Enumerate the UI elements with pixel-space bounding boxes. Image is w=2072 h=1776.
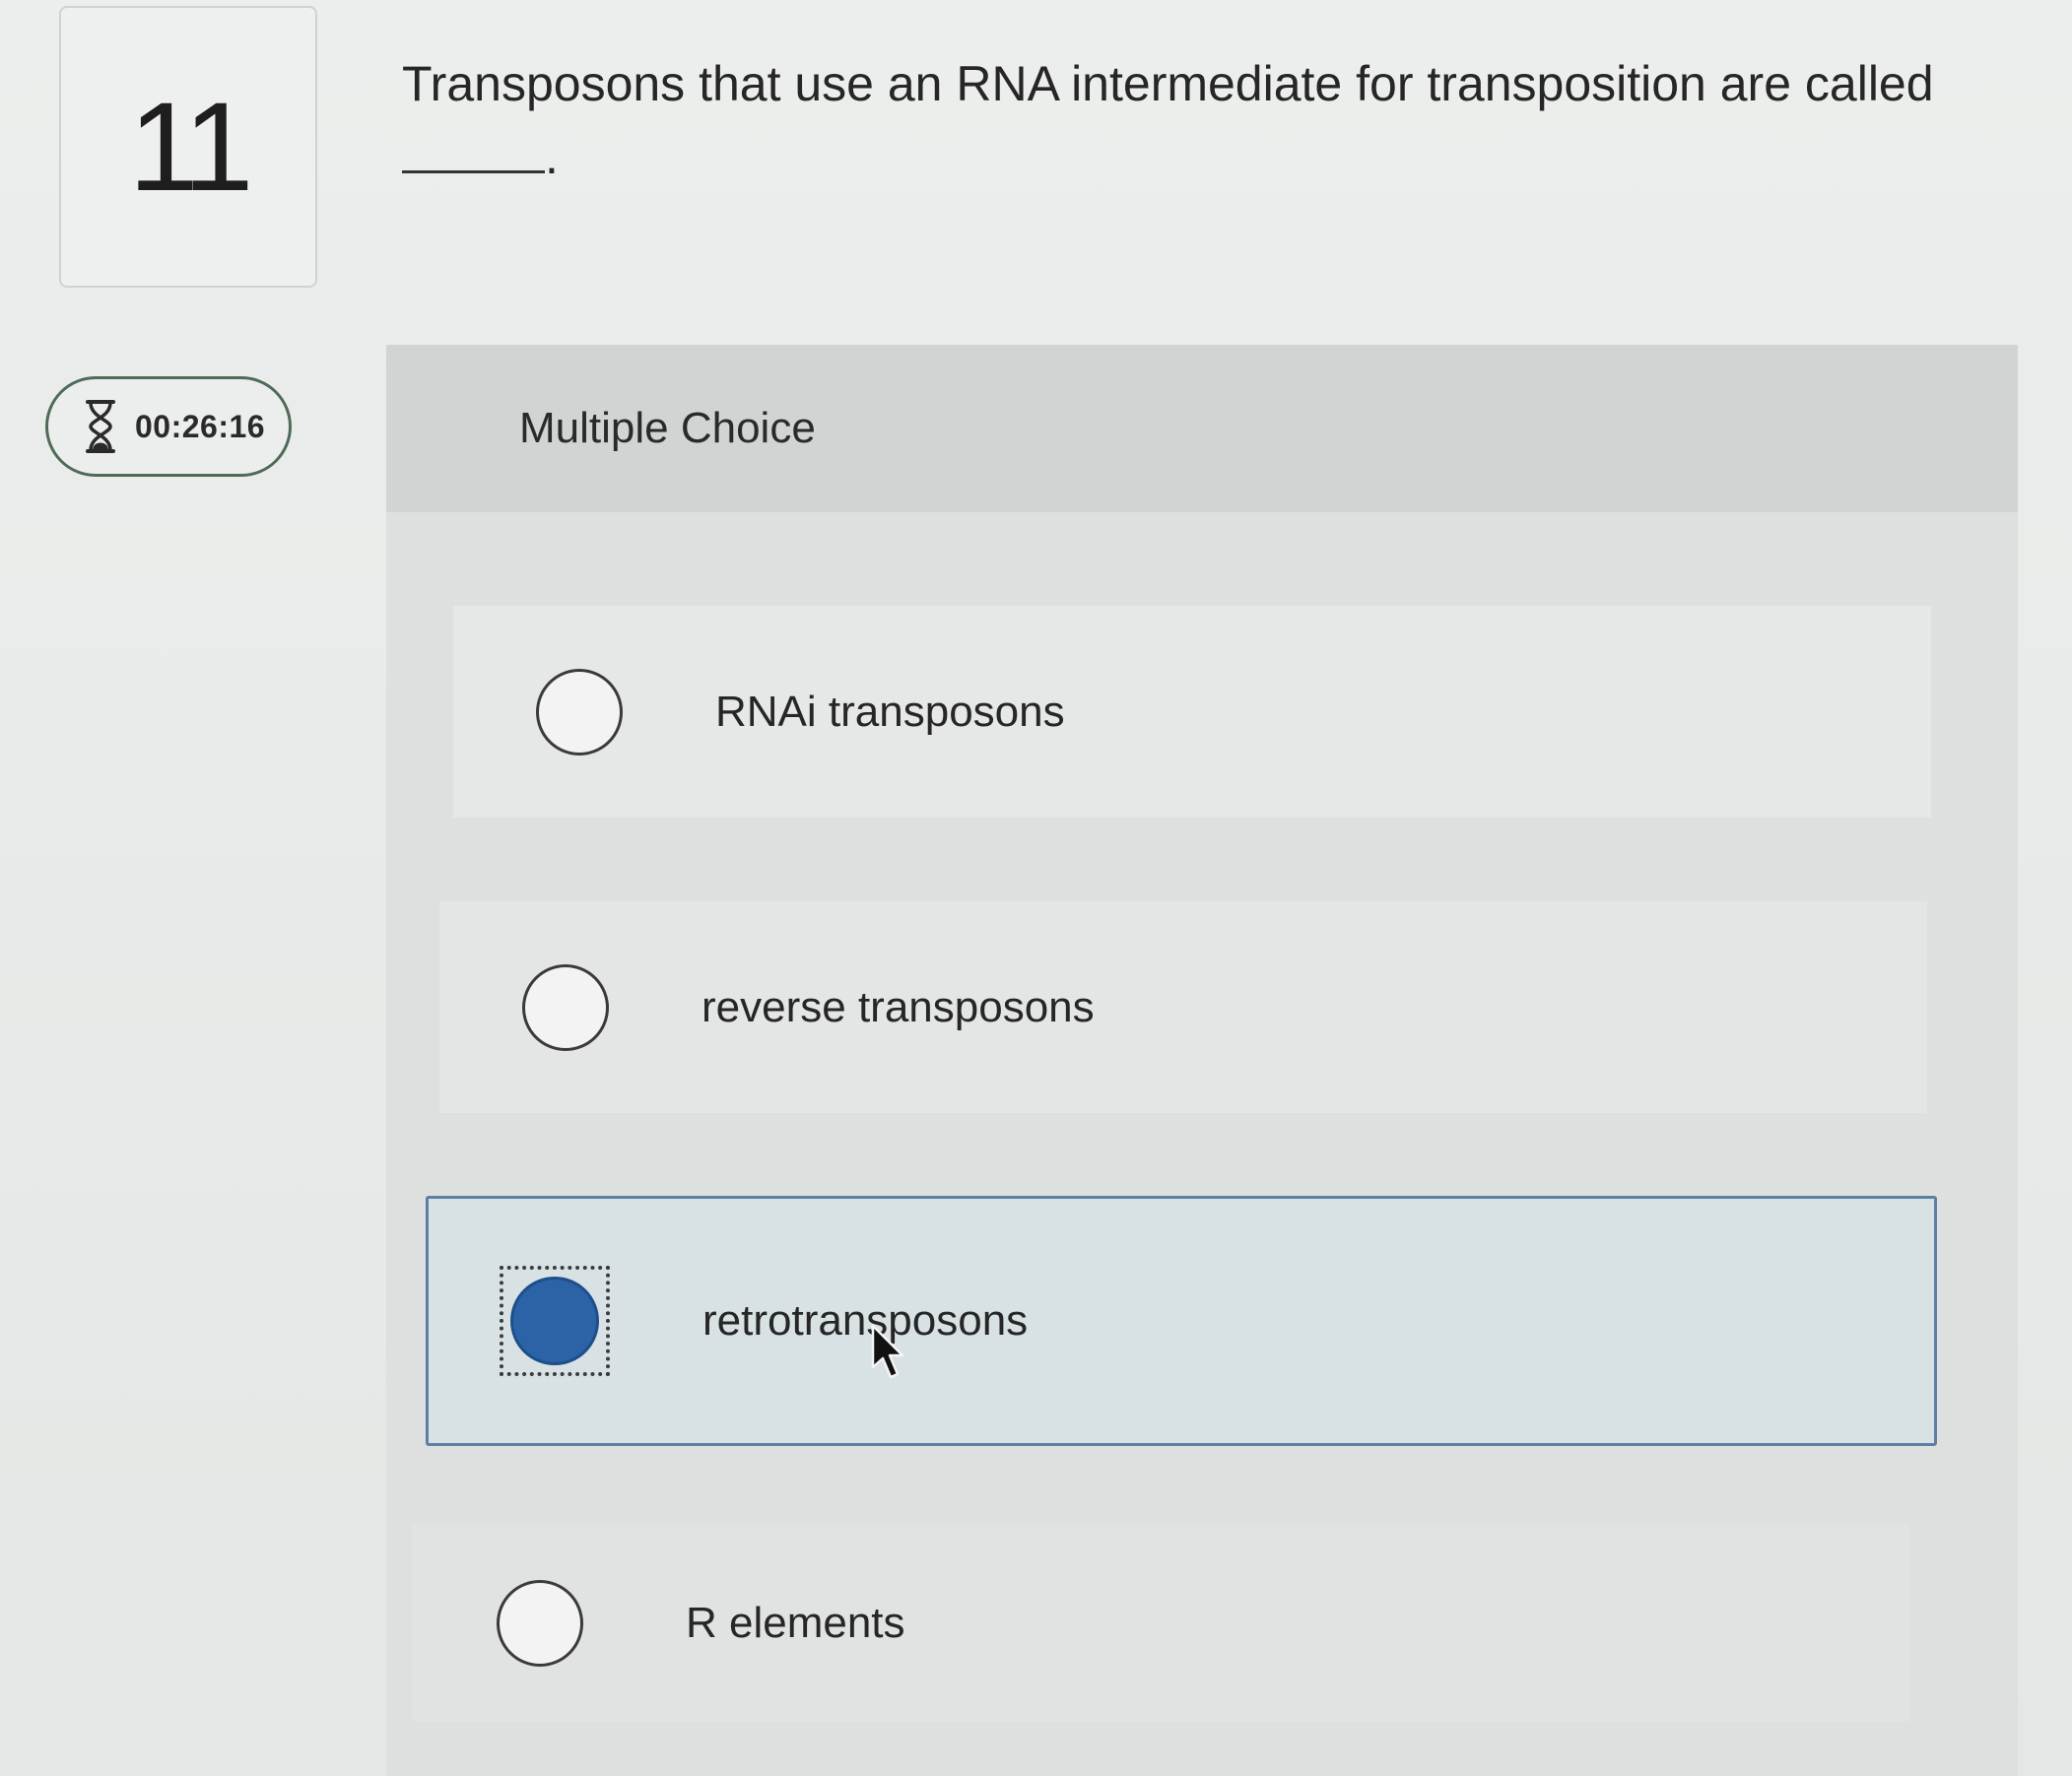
option-label: RNAi transposons: [715, 687, 1065, 736]
option-label: R elements: [686, 1599, 905, 1647]
timer-value: 00:26:16: [135, 408, 266, 444]
multiple-choice-header: Multiple Choice: [386, 345, 2018, 512]
answer-option-r-elements[interactable]: R elements: [412, 1525, 1909, 1722]
multiple-choice-title: Multiple Choice: [519, 404, 816, 452]
option-label: reverse transposons: [702, 982, 1095, 1031]
mouse-pointer-icon: [871, 1324, 904, 1379]
question-number: 11: [128, 76, 254, 218]
answer-option-retrotransposons-selected[interactable]: retrotransposons: [426, 1196, 1937, 1446]
radio-button[interactable]: [522, 963, 609, 1051]
question-prompt: Transposons that use an RNA intermediate…: [402, 47, 1978, 193]
timer-badge[interactable]: 00:26:16: [45, 376, 292, 477]
question-text: Transposons that use an RNA intermediate…: [402, 56, 1934, 111]
radio-button-selected[interactable]: [510, 1277, 599, 1365]
radio-focus-ring[interactable]: [500, 1266, 610, 1376]
question-period: .: [545, 129, 559, 184]
hourglass-icon: [86, 400, 115, 453]
question-number-box: 11: [59, 6, 317, 288]
quiz-page: 11 Transposons that use an RNA intermedi…: [0, 0, 2072, 1776]
answer-option-reverse-transposons[interactable]: reverse transposons: [439, 901, 1927, 1113]
option-label: retrotransposons: [702, 1296, 1029, 1345]
answer-option-rnai-transposons[interactable]: RNAi transposons: [453, 606, 1931, 818]
answer-blank: [402, 159, 545, 173]
radio-button[interactable]: [536, 668, 623, 756]
radio-button[interactable]: [497, 1580, 583, 1667]
